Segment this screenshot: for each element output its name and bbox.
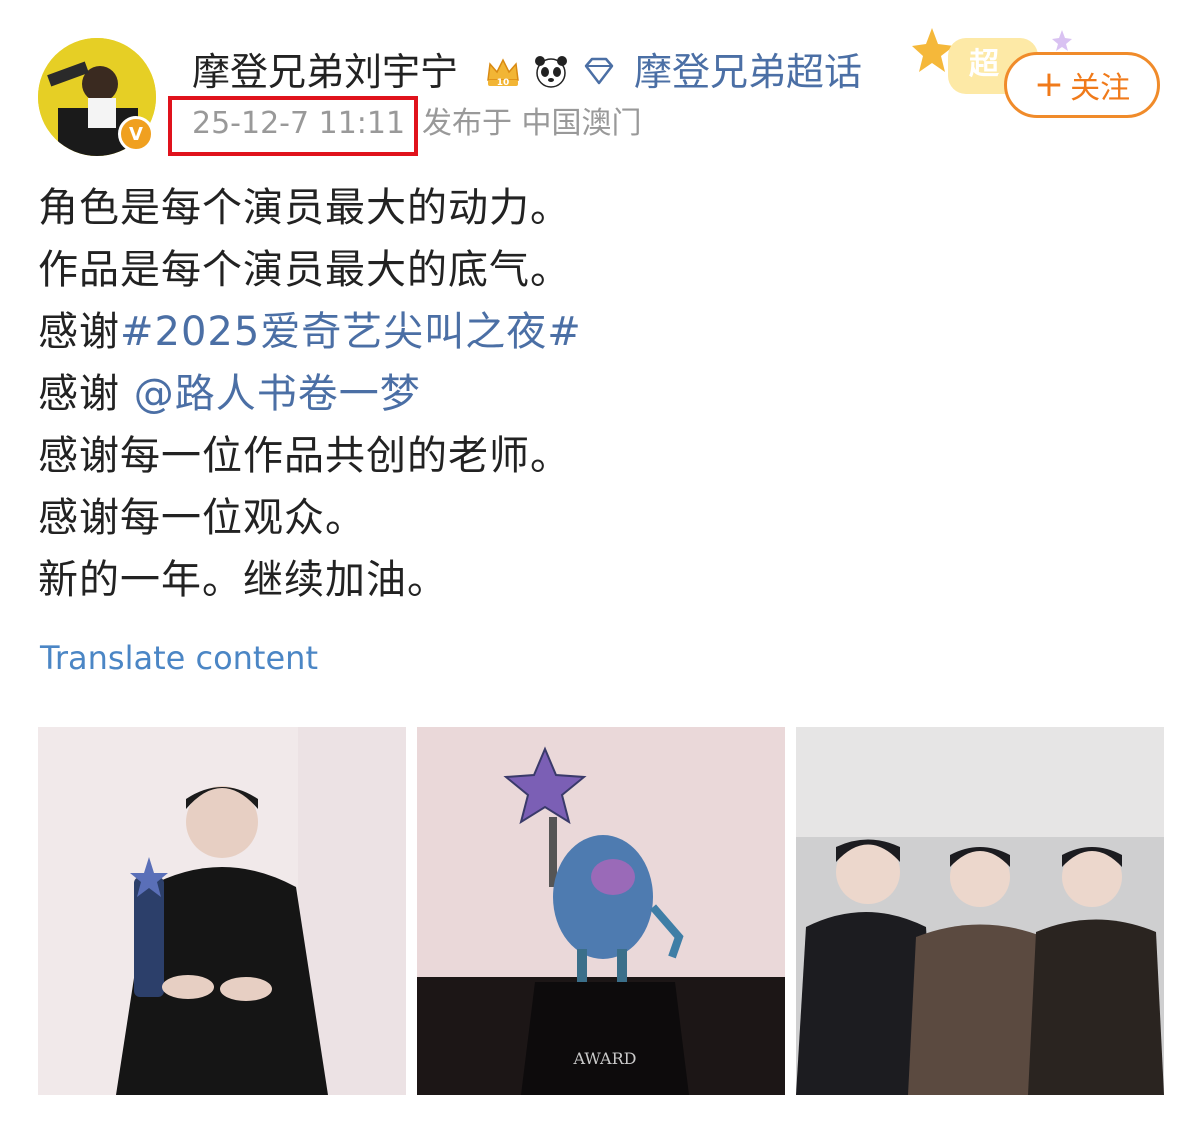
post-text-prefix: 感谢 — [38, 371, 134, 417]
crown-level-icon: 10 — [487, 58, 519, 88]
post-text-prefix: 感谢 — [38, 309, 120, 355]
post-image-3[interactable] — [796, 727, 1164, 1095]
translate-link[interactable]: Translate content — [40, 636, 318, 680]
post-text-line: 感谢每一位观众。 — [38, 495, 366, 541]
svg-text:超: 超 — [969, 47, 1000, 82]
user-badges: 10 — [484, 52, 618, 90]
hashtag-link[interactable]: #2025爱奇艺尖叫之夜# — [120, 309, 582, 355]
mention-link[interactable]: @路人书卷一梦 — [134, 371, 421, 417]
post-text-line: 角色是每个演员最大的动力。 — [38, 185, 571, 231]
svg-text:AWARD: AWARD — [573, 1049, 637, 1068]
post-text-line: 作品是每个演员最大的底气。 — [38, 247, 571, 293]
super-topic-link[interactable]: 摩登兄弟超话 — [634, 46, 862, 98]
post-location: 发布于 中国澳门 — [422, 106, 642, 141]
post-text-line: 感谢每一位作品共创的老师。 — [38, 433, 571, 479]
post-text-line: 感谢#2025爱奇艺尖叫之夜# — [38, 304, 582, 360]
verified-v-icon: V — [118, 116, 154, 152]
svg-text:10: 10 — [497, 78, 510, 88]
follow-button[interactable]: + 关注 — [1004, 52, 1160, 118]
user-name[interactable]: 摩登兄弟刘宇宁 — [192, 46, 458, 98]
post-text-line: 感谢 @路人书卷一梦 — [38, 366, 421, 422]
post-timestamp: 25-12-7 11:11 — [192, 106, 406, 141]
diamond-icon — [584, 57, 614, 85]
post-text-line: 新的一年。继续加油。 — [38, 557, 448, 603]
follow-label: 关注 — [1070, 71, 1131, 106]
post-image-1[interactable] — [38, 727, 406, 1095]
post-image-2[interactable]: AWARD — [417, 727, 785, 1095]
panda-icon — [535, 56, 567, 88]
plus-icon: + — [1033, 64, 1065, 105]
